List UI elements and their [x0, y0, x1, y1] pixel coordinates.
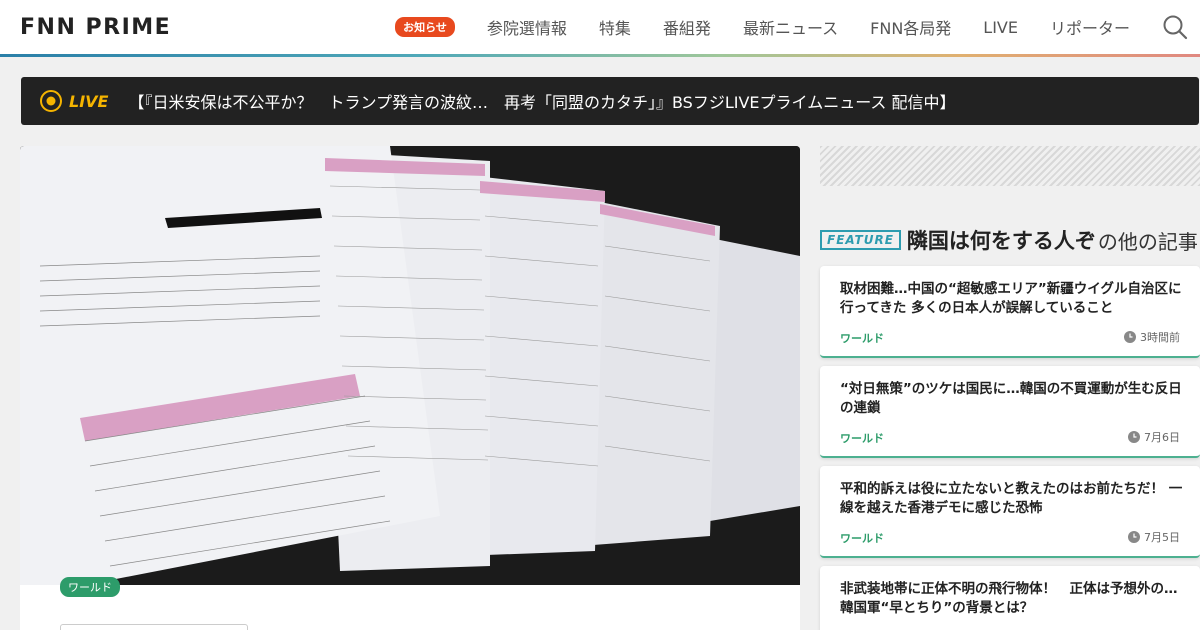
hero-image[interactable] — [20, 146, 800, 586]
nav-item-feature[interactable]: 特集 — [599, 15, 631, 39]
eye-icon — [40, 90, 62, 112]
logo-text: FNN PRIME — [20, 14, 172, 40]
search-icon[interactable] — [1162, 14, 1188, 40]
article-title[interactable]: 非武装地帯に正体不明の飛行物体！ 正体は予想外の…韓国軍“早とちり”の背景とは？ — [840, 580, 1185, 618]
article-time: 3時間前 — [1124, 329, 1180, 345]
nav-item-fnn-stations[interactable]: FNN各局発 — [870, 15, 951, 39]
article-title[interactable]: 平和的訴えは役に立たないと教えたのはお前たちだ！ 一線を越えた香港デモに感じた恐… — [840, 480, 1185, 518]
hero-meta-box — [60, 624, 248, 630]
feature-name[interactable]: 隣国は何をする人ぞ — [907, 225, 1096, 255]
article-time-text: 7月6日 — [1144, 431, 1180, 444]
main-nav: お知らせ 参院選情報 特集 番組発 最新ニュース FNN各局発 LIVE リポー… — [395, 0, 1200, 54]
sidebar-ad-placeholder — [820, 146, 1200, 186]
article-card[interactable]: 非武装地帯に正体不明の飛行物体！ 正体は予想外の…韓国軍“早とちり”の背景とは？ — [820, 566, 1200, 630]
article-time-text: 7月5日 — [1144, 531, 1180, 544]
feature-suffix: の他の記事 — [1097, 229, 1198, 254]
feature-badge: FEATURE — [820, 230, 901, 250]
article-time: 7月5日 — [1128, 529, 1180, 545]
article-category[interactable]: ワールド — [840, 530, 884, 546]
nav-item-latest-news[interactable]: 最新ニュース — [743, 15, 838, 39]
clock-icon — [1124, 331, 1136, 343]
feature-heading: FEATURE 隣国は何をする人ぞ の他の記事 — [820, 225, 1198, 255]
article-time: 7月6日 — [1128, 429, 1180, 445]
article-title[interactable]: 取材困難…中国の“超敏感エリア”新疆ウイグル自治区に行ってきた 多くの日本人が誤… — [840, 280, 1185, 318]
clock-icon — [1128, 431, 1140, 443]
nav-item-programs[interactable]: 番組発 — [663, 15, 711, 39]
nav-item-reporters[interactable]: リポーター — [1050, 15, 1130, 39]
fnn-prime-logo[interactable]: FNN PRIME — [20, 14, 171, 40]
live-headline[interactable]: 【『日米安保は不公平か？ トランプ発言の波紋… 再考「同盟のカタチ」』BSフジL… — [128, 89, 955, 113]
nav-item-election[interactable]: 参院選情報 — [487, 15, 567, 39]
documents-photo — [20, 146, 800, 586]
site-header: FNN PRIME お知らせ 参院選情報 特集 番組発 最新ニュース FNN各局… — [0, 0, 1200, 54]
article-card[interactable]: “対日無策”のツケは国民に…韓国の不買運動が生む反日の連鎖 ワールド 7月6日 — [820, 366, 1200, 458]
notice-badge[interactable]: お知らせ — [395, 17, 455, 37]
article-title[interactable]: “対日無策”のツケは国民に…韓国の不買運動が生む反日の連鎖 — [840, 380, 1185, 418]
header-gradient-line — [0, 54, 1200, 57]
live-banner[interactable]: LIVE 【『日米安保は不公平か？ トランプ発言の波紋… 再考「同盟のカタチ」』… — [21, 77, 1199, 125]
article-category[interactable]: ワールド — [840, 430, 884, 446]
nav-item-live[interactable]: LIVE — [983, 18, 1018, 37]
article-card[interactable]: 取材困難…中国の“超敏感エリア”新疆ウイグル自治区に行ってきた 多くの日本人が誤… — [820, 266, 1200, 358]
article-category[interactable]: ワールド — [840, 330, 884, 346]
live-label: LIVE — [69, 91, 109, 111]
article-time-text: 3時間前 — [1140, 331, 1180, 344]
clock-icon — [1128, 531, 1140, 543]
hero-category-tag[interactable]: ワールド — [60, 577, 120, 597]
article-card[interactable]: 平和的訴えは役に立たないと教えたのはお前たちだ！ 一線を越えた香港デモに感じた恐… — [820, 466, 1200, 558]
